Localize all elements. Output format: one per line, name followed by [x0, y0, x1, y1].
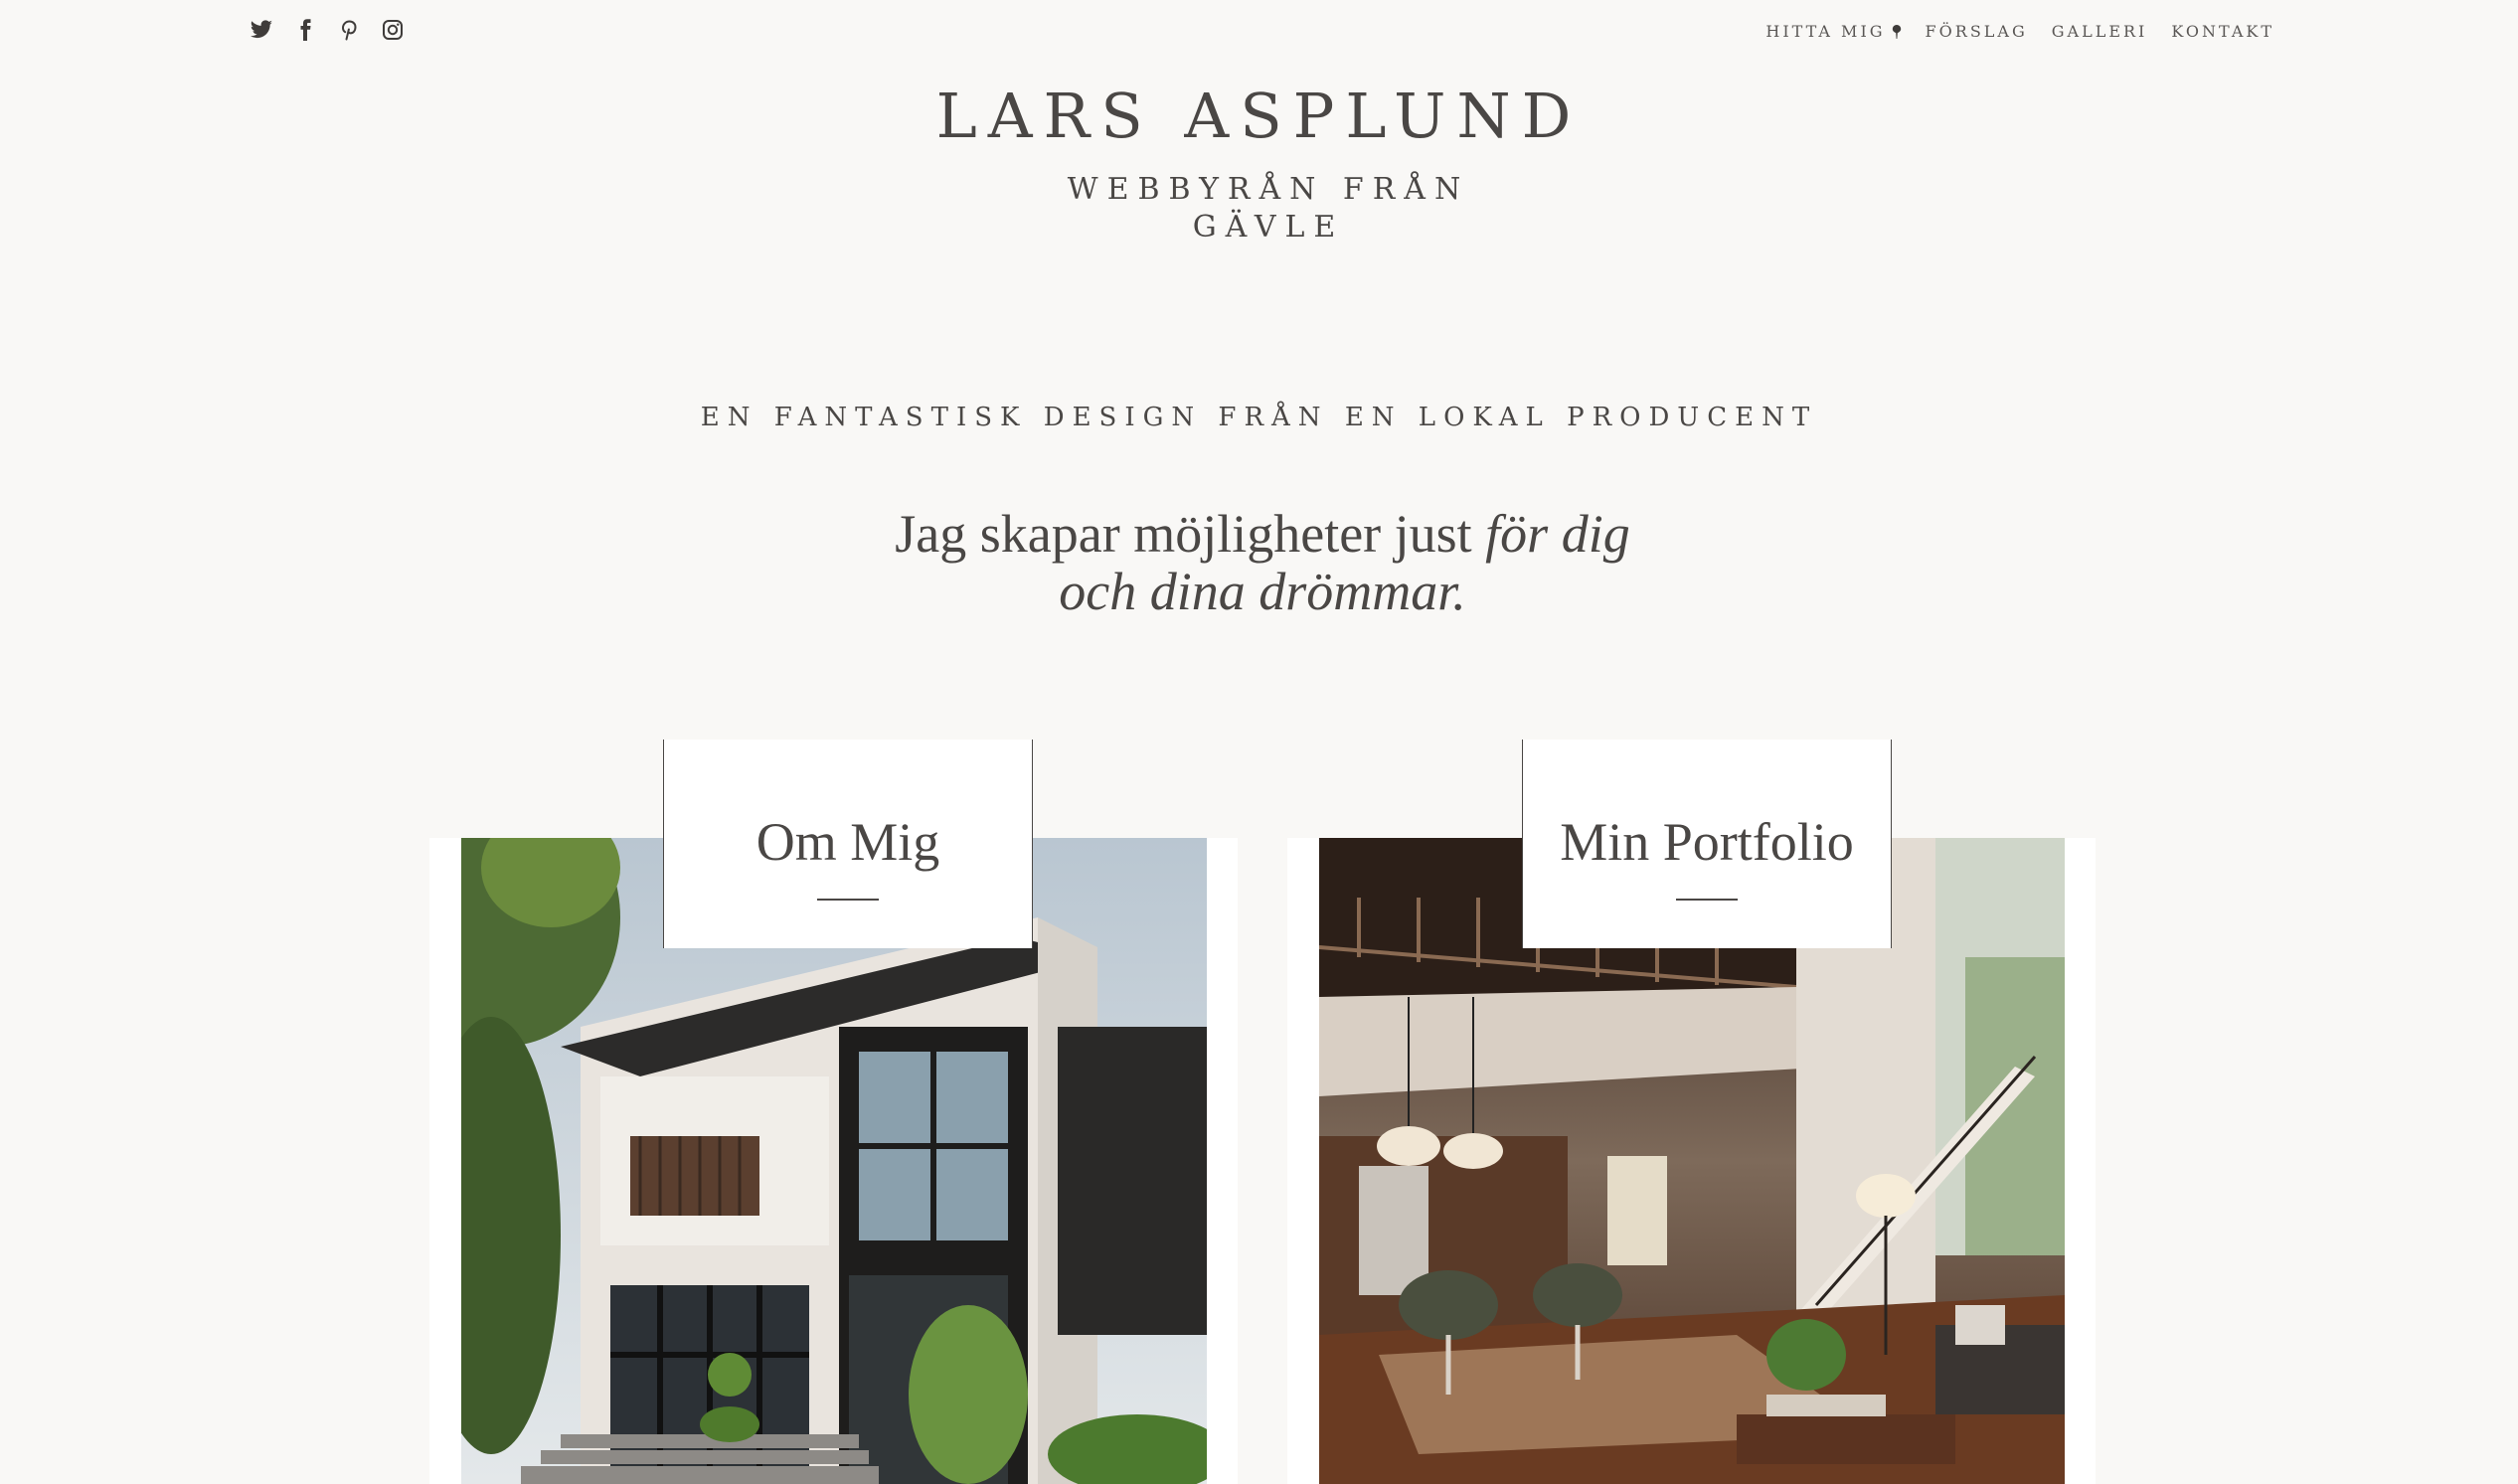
site-subtitle: WEBBYRÅN FRÅN GÄVLE — [1010, 171, 1527, 247]
nav-link-hitta-mig[interactable]: HITTA MIG — [1765, 22, 1901, 41]
divider — [1676, 899, 1738, 901]
main-nav: HITTA MIG FÖRSLAG GALLERI KONTAKT — [1765, 22, 2274, 41]
facebook-link[interactable] — [292, 17, 318, 43]
social-links — [249, 17, 406, 43]
instagram-link[interactable] — [380, 17, 406, 43]
pinterest-link[interactable] — [336, 17, 362, 43]
subtitle-line: GÄVLE — [1192, 210, 1345, 245]
site-title: LARS ASPLUND — [935, 80, 1583, 152]
hero-heading: Jag skapar möjligheter just för dig och … — [885, 505, 1640, 620]
pinterest-icon — [341, 20, 357, 41]
tagline: EN FANTASTISK DESIGN FRÅN EN LOKAL PRODU… — [700, 403, 1818, 432]
nav-link-galleri[interactable]: GALLERI — [2052, 22, 2148, 41]
portfolio-card-label-box[interactable]: Min Portfolio — [1522, 740, 1892, 948]
map-pin-icon — [1892, 24, 1901, 39]
nav-link-label: GALLERI — [2051, 22, 2148, 41]
facebook-icon — [300, 19, 311, 41]
nav-link-label: KONTAKT — [2171, 22, 2274, 41]
instagram-icon — [383, 20, 403, 40]
nav-link-label: HITTA MIG — [1765, 22, 1886, 41]
divider — [817, 899, 879, 901]
subtitle-line: WEBBYRÅN FRÅN — [1067, 172, 1470, 207]
nav-link-kontakt[interactable]: KONTAKT — [2171, 22, 2274, 41]
nav-link-label: FÖRSLAG — [1925, 22, 2028, 41]
top-bar: HITTA MIG FÖRSLAG GALLERI KONTAKT — [0, 0, 2518, 64]
nav-link-forslag[interactable]: FÖRSLAG — [1926, 22, 2028, 41]
portfolio-card-title: Min Portfolio — [1560, 812, 1854, 872]
hero-text-plain: Jag skapar möjligheter just — [895, 504, 1486, 564]
about-card-title: Om Mig — [755, 812, 940, 872]
twitter-link[interactable] — [249, 17, 274, 43]
about-card-label-box[interactable]: Om Mig — [663, 740, 1033, 948]
twitter-icon — [250, 20, 272, 39]
